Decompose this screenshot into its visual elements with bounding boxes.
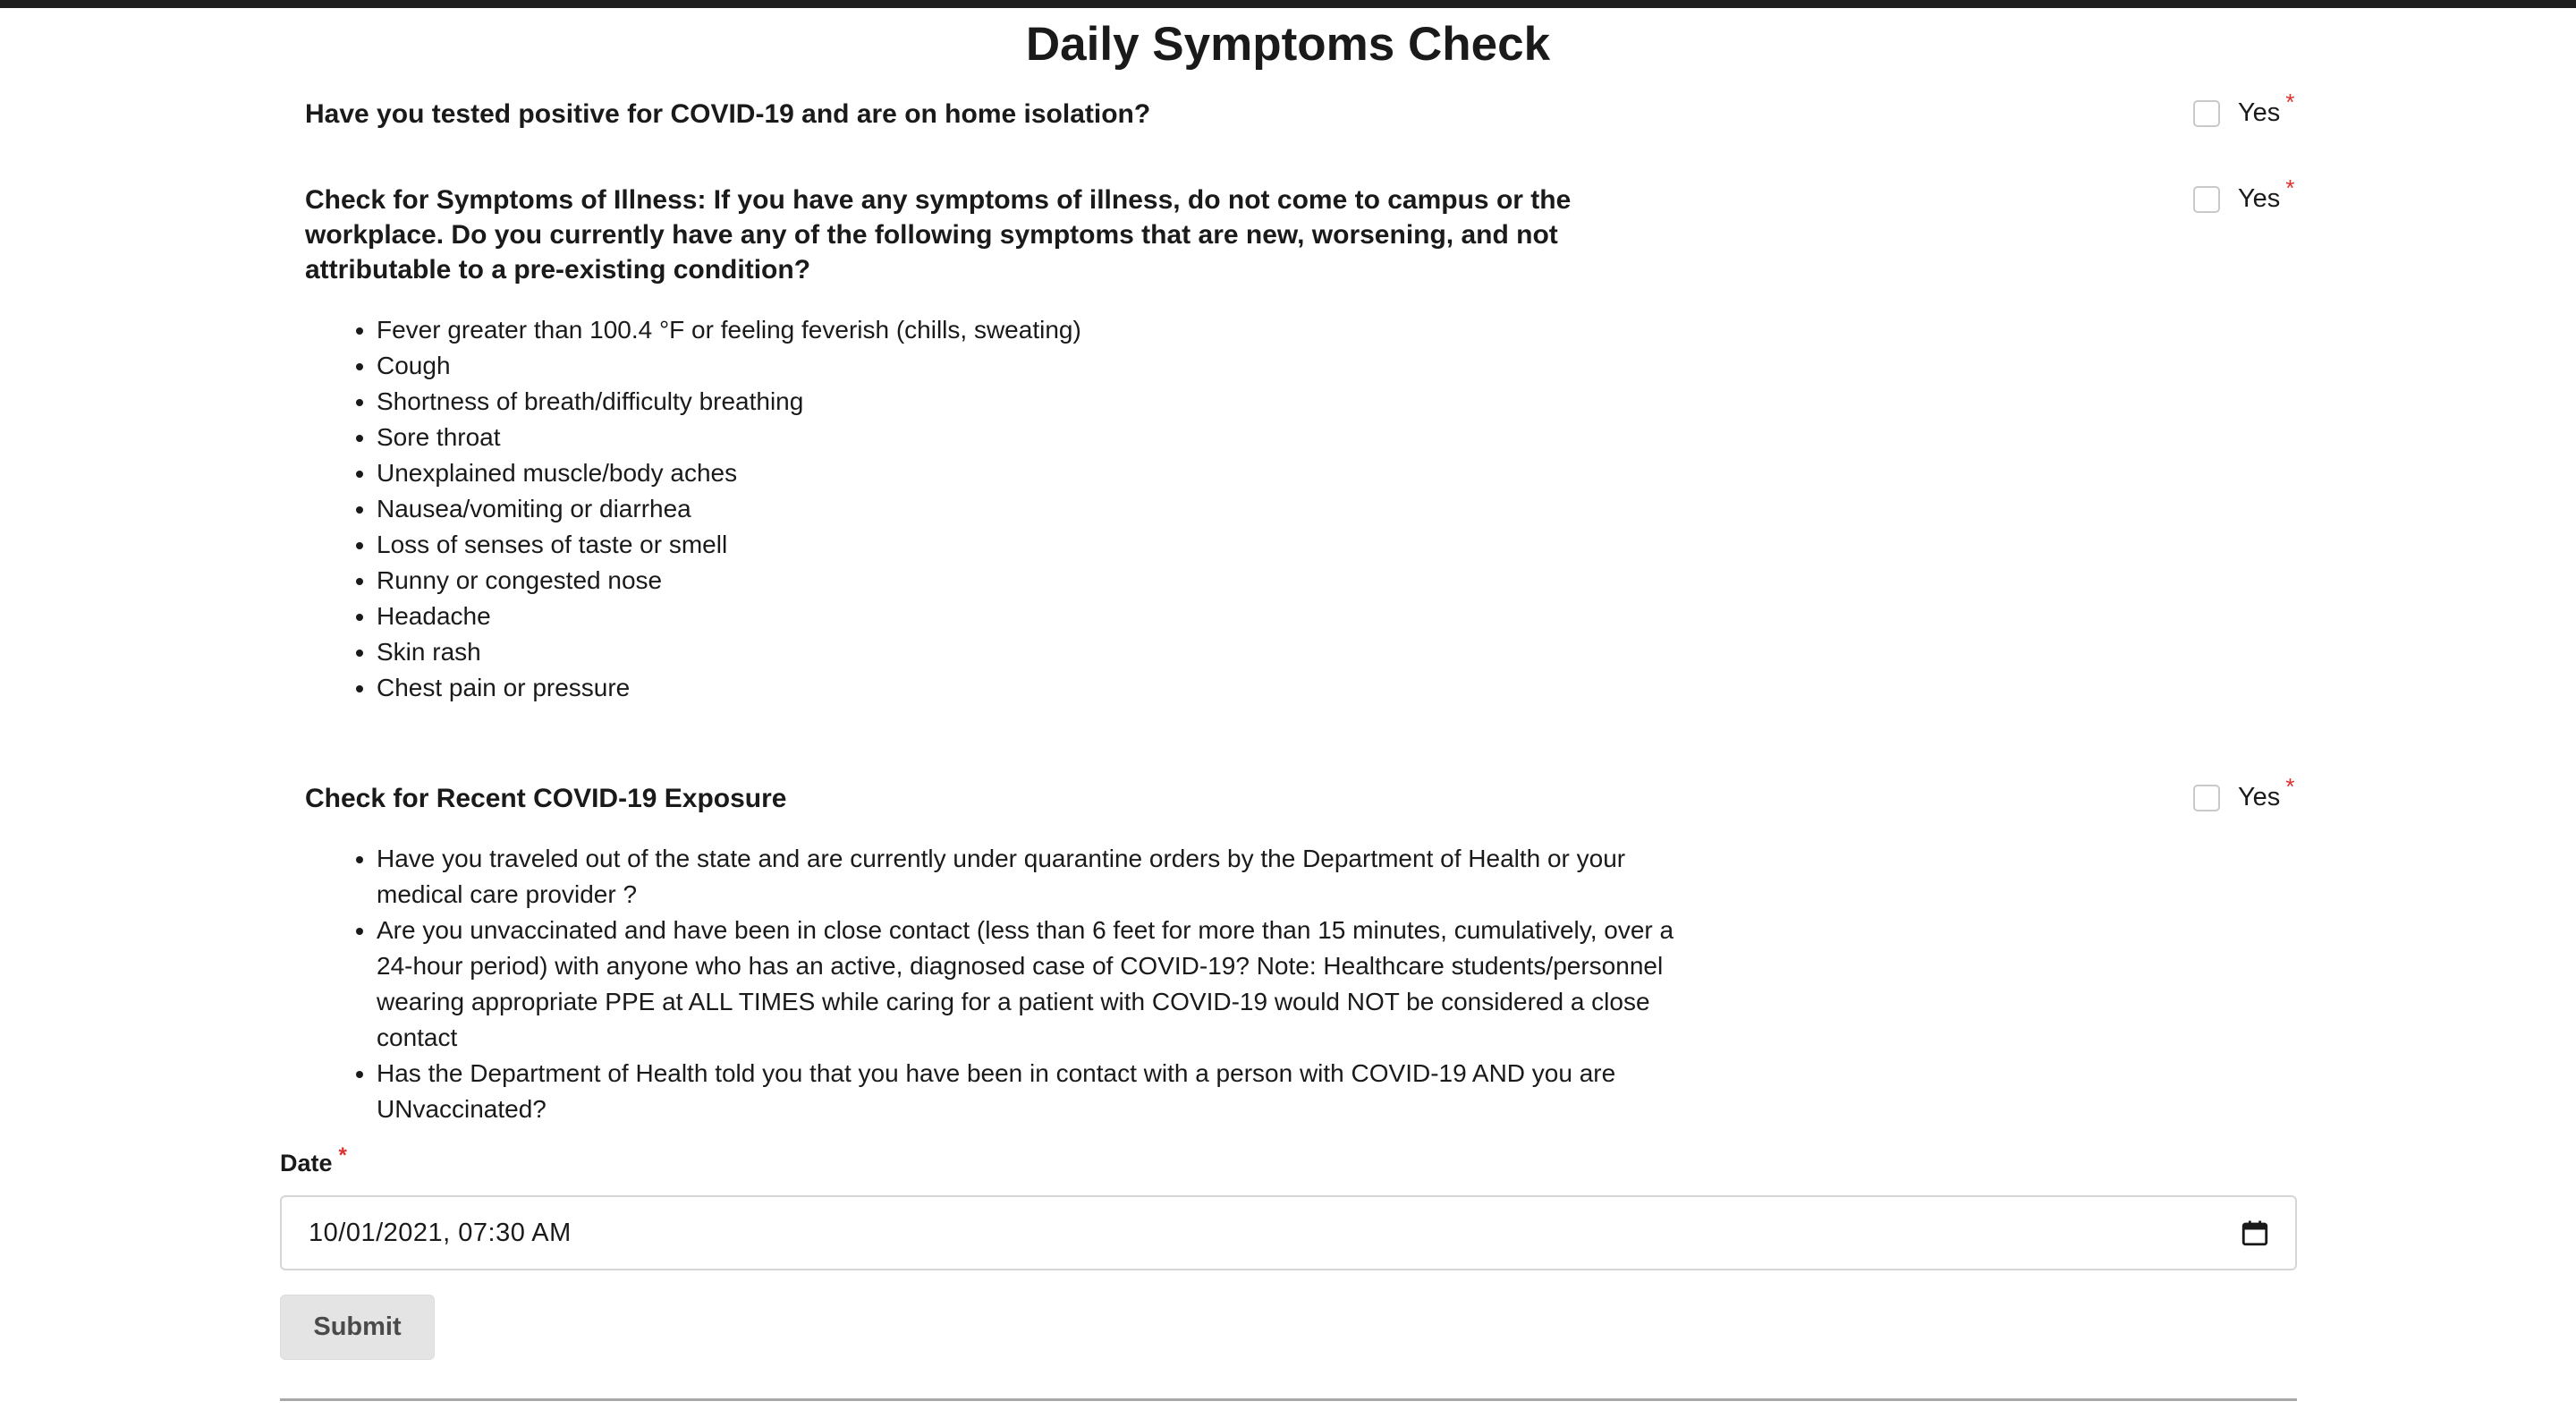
calendar-icon[interactable] xyxy=(2240,1218,2270,1248)
exposure-item-line: wearing appropriate PPE at ALL TIMES whi… xyxy=(377,988,1650,1015)
bottom-divider xyxy=(280,1398,2297,1401)
date-label-text: Date xyxy=(280,1150,333,1176)
symptom-item: Unexplained muscle/body aches xyxy=(377,455,1081,491)
required-mark: * xyxy=(338,1143,347,1168)
yes-label: Yes xyxy=(2238,98,2281,127)
exposure-item-line: medical care provider ? xyxy=(377,880,638,908)
required-mark: * xyxy=(2285,773,2295,800)
symptom-list: Fever greater than 100.4 °F or feeling f… xyxy=(305,312,1081,706)
exposure-item: Are you unvaccinated and have been in cl… xyxy=(377,913,1674,1056)
exposure-item-line: 24-hour period) with anyone who has an a… xyxy=(377,952,1664,980)
date-label: Date * xyxy=(280,1143,347,1177)
yes-option-exposure[interactable]: Yes * xyxy=(2193,773,2294,812)
exposure-item: Have you traveled out of the state and a… xyxy=(377,841,1674,913)
yes-checkbox-symptoms[interactable] xyxy=(2193,185,2220,213)
date-value[interactable]: 10/01/2021, 07:30 AM xyxy=(309,1219,2240,1248)
question-home-isolation: Have you tested positive for COVID-19 an… xyxy=(305,99,1151,129)
symptom-item: Shortness of breath/difficulty breathing xyxy=(377,384,1081,420)
symptom-item: Headache xyxy=(377,599,1081,634)
question-symptoms: Check for Symptoms of Illness: If you ha… xyxy=(305,183,1571,287)
symptom-item: Sore throat xyxy=(377,420,1081,455)
exposure-item-line: UNvaccinated? xyxy=(377,1095,547,1123)
question-symptoms-line: workplace. Do you currently have any of … xyxy=(305,220,1558,250)
exposure-item: Has the Department of Health told you th… xyxy=(377,1056,1674,1127)
exposure-item-line: Are you unvaccinated and have been in cl… xyxy=(377,916,1674,944)
yes-checkbox-home-isolation[interactable] xyxy=(2193,99,2220,127)
required-mark: * xyxy=(2285,89,2295,115)
page-title: Daily Symptoms Check xyxy=(1025,18,1551,71)
date-input[interactable]: 10/01/2021, 07:30 AM xyxy=(280,1195,2297,1270)
top-bar xyxy=(0,0,2576,8)
symptom-item: Skin rash xyxy=(377,634,1081,670)
question-symptoms-line: attributable to a pre-existing condition… xyxy=(305,255,811,285)
yes-option-home-isolation[interactable]: Yes * xyxy=(2193,89,2294,128)
question-exposure: Check for Recent COVID-19 Exposure xyxy=(305,784,787,813)
required-mark: * xyxy=(2285,174,2295,201)
yes-label: Yes xyxy=(2238,184,2281,213)
yes-checkbox-exposure[interactable] xyxy=(2193,784,2220,811)
exposure-item-line: contact xyxy=(377,1024,458,1051)
exposure-item-line: Have you traveled out of the state and a… xyxy=(377,845,1626,872)
symptom-item: Chest pain or pressure xyxy=(377,670,1081,706)
symptom-item: Loss of senses of taste or smell xyxy=(377,527,1081,563)
symptom-item: Nausea/vomiting or diarrhea xyxy=(377,491,1081,527)
submit-button[interactable]: Submit xyxy=(280,1295,435,1360)
symptom-item: Cough xyxy=(377,348,1081,384)
exposure-list: Have you traveled out of the state and a… xyxy=(305,841,1674,1127)
yes-option-symptoms[interactable]: Yes * xyxy=(2193,174,2294,214)
yes-label: Yes xyxy=(2238,783,2281,811)
symptom-item: Fever greater than 100.4 °F or feeling f… xyxy=(377,312,1081,348)
question-symptoms-line: Check for Symptoms of Illness: If you ha… xyxy=(305,185,1572,215)
exposure-item-line: Has the Department of Health told you th… xyxy=(377,1059,1616,1087)
symptom-item: Runny or congested nose xyxy=(377,563,1081,599)
